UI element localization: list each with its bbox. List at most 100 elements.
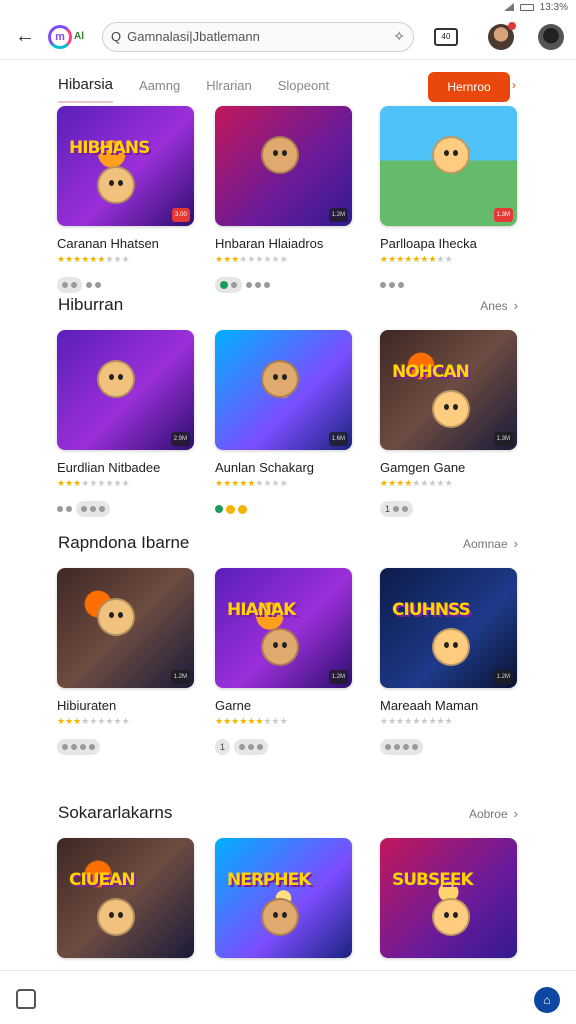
indicator-dot	[89, 744, 95, 750]
game-thumbnail[interactable]: HIANAK 1.2M	[215, 568, 352, 688]
indicator-dots	[86, 282, 101, 288]
tab-slopeont[interactable]: Slopeont	[278, 70, 329, 101]
primary-action-button[interactable]: Hernroo	[428, 72, 510, 102]
indicator-count: 1	[220, 742, 226, 752]
account-avatar[interactable]	[538, 23, 564, 50]
user-avatar[interactable]	[488, 21, 516, 50]
cast-tv-icon[interactable]: 40	[434, 27, 458, 46]
game-card[interactable]: NERPHEKDarkee Kaio	[215, 838, 355, 983]
game-thumbnail[interactable]: 1.3M	[380, 106, 517, 226]
indicator-dot	[255, 282, 261, 288]
game-title[interactable]: Parlloapa Ihecka	[380, 236, 520, 251]
see-more-label: Aomnae	[462, 536, 508, 551]
game-thumbnail[interactable]: 2.9M	[57, 330, 194, 450]
star-icon: ★	[428, 254, 437, 264]
card-indicators	[215, 501, 355, 517]
category-tabs: Hibarsia Aamng Hlrarian Slopeont Hernroo…	[0, 60, 576, 110]
character-illustration	[261, 136, 299, 174]
star-icon: ★	[215, 716, 224, 726]
tab-aamng[interactable]: Aamng	[139, 70, 180, 101]
game-thumbnail[interactable]: SUBSEEK	[380, 838, 517, 958]
star-icon: ★	[263, 478, 272, 488]
game-thumbnail[interactable]: 1.6M	[215, 330, 352, 450]
game-thumbnail[interactable]: NERPHEK	[215, 838, 352, 958]
download-count-badge: 1.3M	[493, 208, 513, 222]
character-illustration	[97, 166, 135, 204]
indicator-dot	[239, 744, 246, 750]
indicator-dot	[215, 505, 223, 513]
indicator-dots	[380, 282, 404, 288]
game-thumbnail[interactable]: 1.2M	[215, 106, 352, 226]
card-row: 2.9M Eurdlian Nitbadee ★★★★★★★★★ 1.6M Aunlan…	[0, 330, 576, 540]
star-icon: ★	[388, 716, 397, 726]
card-indicators: 1	[380, 501, 520, 517]
indicator-dot	[385, 744, 391, 750]
star-icon: ★	[105, 716, 114, 726]
game-thumbnail[interactable]: HIBHANS 3.00	[57, 106, 194, 226]
see-more-link[interactable]: Aomnae ›	[463, 536, 518, 551]
section-title: Hiburran	[58, 295, 124, 314]
indicator-dot	[81, 506, 87, 512]
game-title[interactable]: Hibiuraten	[57, 698, 197, 713]
see-more-link[interactable]: Anes ›	[480, 298, 518, 313]
search-box[interactable]: Q ✧	[102, 21, 414, 52]
game-thumbnail[interactable]: CIUHNSS 1.2M	[380, 568, 517, 688]
floating-action-button[interactable]: ⌂	[534, 987, 560, 1013]
indicator-dot	[264, 282, 270, 288]
star-icon: ★	[279, 478, 288, 488]
game-title[interactable]: Gamgen Gane	[380, 460, 520, 475]
star-rating: ★★★★★★★★★	[57, 478, 197, 489]
game-card[interactable]: 1.2M Hibiuraten ★★★★★★★★★	[57, 568, 197, 755]
game-title[interactable]: Mareaah Maman	[380, 698, 520, 713]
star-icon: ★	[65, 716, 74, 726]
see-more-link[interactable]: Aobroe ›	[469, 806, 518, 821]
game-card[interactable]: HIANAK 1.2M Garne ★★★★★★★★★ 1	[215, 568, 355, 755]
chevron-right-icon[interactable]: ›	[512, 78, 516, 92]
game-card[interactable]: NOHCAN 1.3M Gamgen Gane ★★★★★★★★★ 1	[380, 330, 520, 517]
download-count-badge: 1.2M	[328, 208, 348, 222]
app-logo[interactable]: m Al	[48, 24, 92, 50]
character-illustration	[432, 628, 470, 666]
game-title[interactable]: Hnbaran Hlaiadros	[215, 236, 355, 251]
star-icon: ★	[444, 716, 453, 726]
game-card[interactable]: HIBHANS 3.00 Caranan Hhatsen ★★★★★★★★★	[57, 106, 197, 293]
game-title[interactable]: Garne	[215, 698, 355, 713]
star-icon: ★	[263, 716, 272, 726]
game-card[interactable]: 1.2M Hnbaran Hlaiadros ★★★★★★★★★	[215, 106, 355, 293]
tab-hlrarian[interactable]: Hlrarian	[206, 70, 252, 101]
home-icon[interactable]	[16, 989, 36, 1009]
section-header: Rapndona Ibarne Aomnae ›	[0, 530, 576, 556]
indicator-dot	[226, 504, 235, 514]
search-icon: Q	[111, 29, 122, 44]
star-icon: ★	[279, 254, 288, 264]
game-card[interactable]: SUBSEEKFalharaa Mama	[380, 838, 520, 983]
game-title[interactable]: Eurdlian Nitbadee	[57, 460, 197, 475]
star-icon: ★	[279, 716, 288, 726]
star-icon: ★	[263, 254, 272, 264]
star-rating: ★★★★★★★★★	[215, 254, 355, 265]
character-illustration	[97, 898, 135, 936]
star-icon: ★	[121, 716, 130, 726]
search-input[interactable]	[127, 29, 388, 44]
section-2: Rapndona Ibarne Aomnae › 1.2M Hibiuraten ★ ★ ★ ★…	[0, 530, 576, 778]
indicator-dot	[90, 506, 96, 512]
game-thumbnail[interactable]: NOHCAN 1.3M	[380, 330, 517, 450]
tab-hibarsia[interactable]: Hibarsia	[58, 68, 114, 103]
indicator-dot	[246, 282, 252, 288]
character-illustration	[432, 390, 470, 428]
game-card[interactable]: 1.6M Aunlan Schakarg ★★★★★★★★★	[215, 330, 355, 517]
back-arrow-icon[interactable]: ←	[12, 24, 38, 50]
star-rating: ★★★★★★★★★	[215, 478, 355, 489]
indicator-dot	[66, 506, 72, 512]
game-logo-art: SUBSEEK	[392, 870, 474, 890]
game-title[interactable]: Aunlan Schakarg	[215, 460, 355, 475]
game-card[interactable]: CIUHNSS 1.2M Mareaah Maman ★★★★★★★★★	[380, 568, 520, 755]
game-thumbnail[interactable]: 1.2M	[57, 568, 194, 688]
game-card[interactable]: CIUEANRalnanea	[57, 838, 197, 983]
game-thumbnail[interactable]: CIUEAN	[57, 838, 194, 958]
star-icon: ★	[65, 478, 74, 488]
game-card[interactable]: 2.9M Eurdlian Nitbadee ★★★★★★★★★	[57, 330, 197, 517]
game-title[interactable]: Caranan Hhatsen	[57, 236, 197, 251]
game-card[interactable]: 1.3M Parlloapa Ihecka ★★★★★★★★★	[380, 106, 520, 293]
voice-search-icon[interactable]: ✧	[393, 28, 405, 45]
